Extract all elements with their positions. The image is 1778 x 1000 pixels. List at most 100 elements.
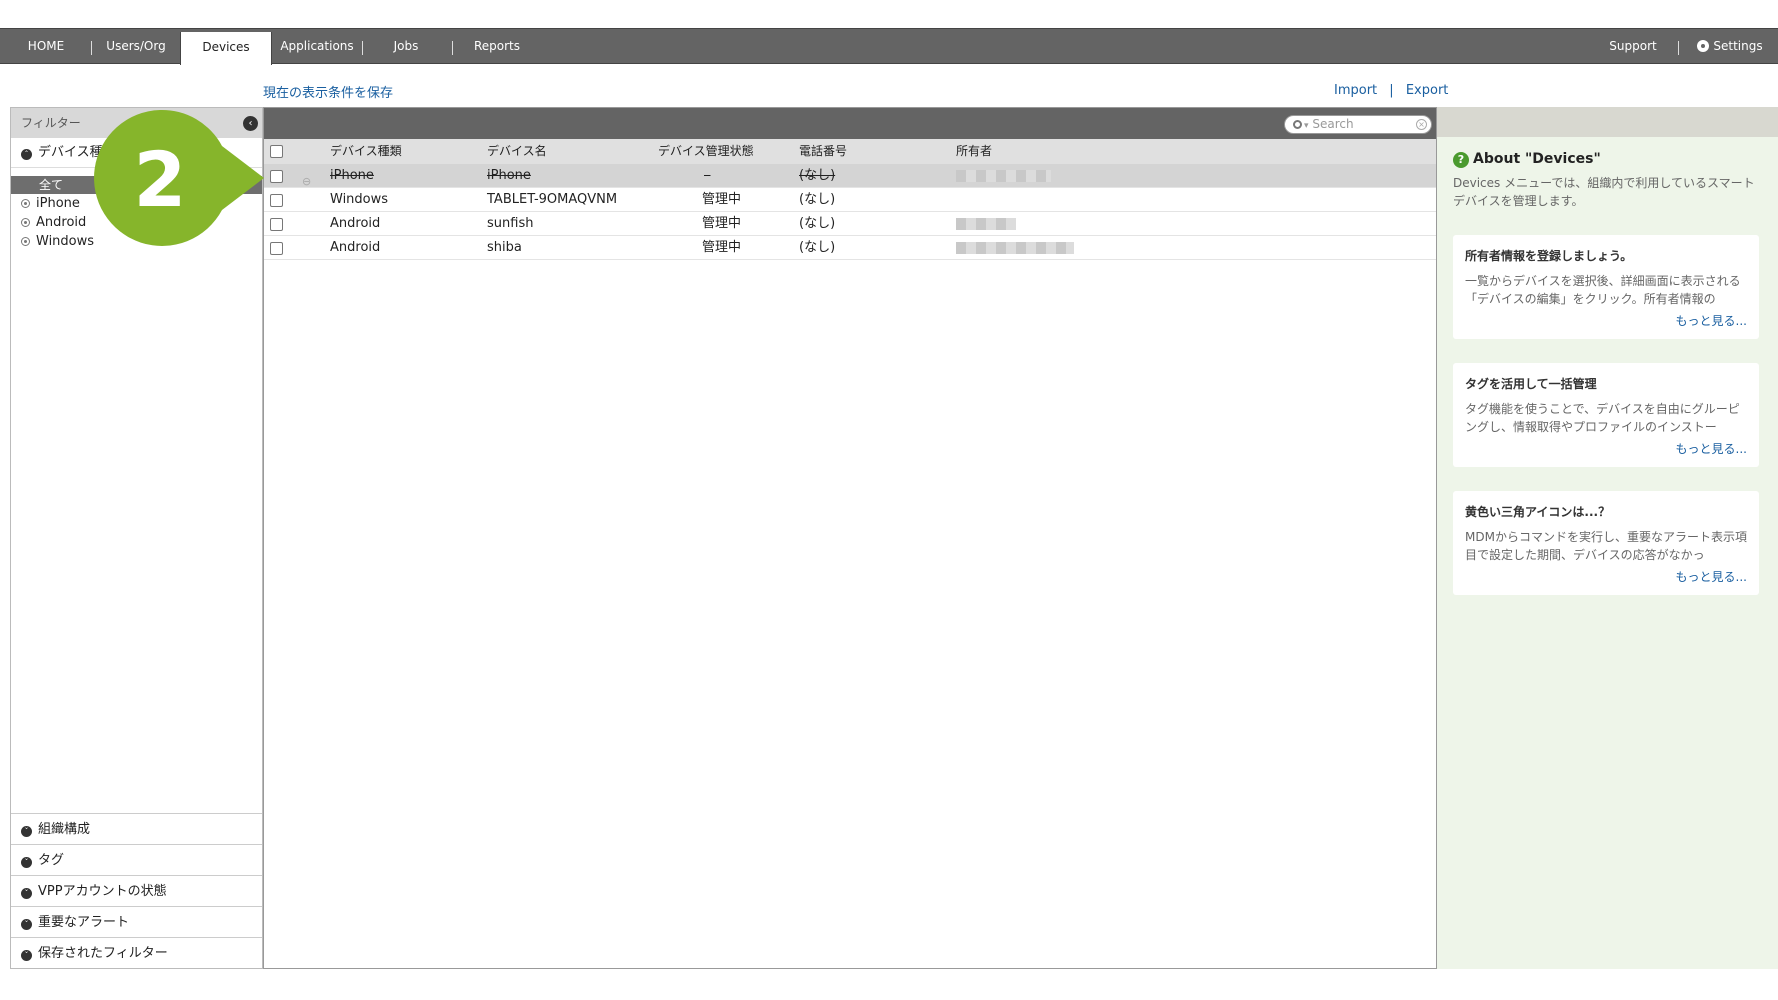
list-toolbar: ▾ Search ×: [264, 108, 1436, 139]
help-panel-header: [1437, 107, 1778, 137]
cell-device-name: sunfish: [487, 216, 534, 231]
cell-phone: (なし): [799, 240, 836, 255]
clear-search-icon[interactable]: ×: [1416, 119, 1427, 130]
card-more-link[interactable]: もっと見る...: [1465, 568, 1747, 585]
filter-title: フィルター: [21, 116, 81, 130]
chevron-down-icon: ˇ: [21, 919, 32, 930]
filter-section-saved[interactable]: ˇ 保存されたフィルター: [11, 937, 262, 968]
help-panel: ? About "Devices" Devices メニューでは、組織内で利用して…: [1437, 107, 1778, 969]
nav-users-org[interactable]: Users/Org: [96, 29, 176, 63]
cell-phone: (なし): [799, 168, 836, 183]
settings-label: Settings: [1713, 39, 1763, 53]
gear-icon: [1697, 40, 1710, 52]
import-link[interactable]: Import: [1334, 83, 1377, 98]
card-title: タグを活用して一括管理: [1465, 377, 1597, 391]
cell-device-name: TABLET-9OMAQVNM: [487, 192, 618, 207]
export-link[interactable]: Export: [1406, 83, 1449, 98]
card-title: 所有者情報を登録しましょう。: [1465, 249, 1633, 263]
option-label: Windows: [36, 234, 95, 249]
search-icon: [1293, 120, 1302, 129]
card-title: 黄色い三角アイコンは...？: [1465, 505, 1611, 519]
table-row[interactable]: Windows TABLET-9OMAQVNM 管理中 (なし): [264, 188, 1436, 212]
cell-status: –: [704, 168, 711, 183]
card-body: MDMからコマンドを実行し、重要なアラート表示項目で設定した期間、デバイスの応答…: [1465, 530, 1747, 562]
section-label: VPPアカウントの状態: [38, 884, 167, 899]
card-body: タグ機能を使うことで、デバイスを自由にグルーピングし、情報取得やプロファイルのイ…: [1465, 402, 1740, 434]
nav-separator: [452, 41, 453, 55]
table-header: デバイス種類 デバイス名 デバイス管理状態 電話番号 所有者: [264, 139, 1436, 164]
help-description: Devices メニューでは、組織内で利用しているスマートデバイスを管理します。: [1453, 176, 1755, 208]
nav-settings[interactable]: Settings: [1688, 29, 1772, 63]
nav-separator: [362, 41, 363, 55]
search-input[interactable]: ▾ Search ×: [1284, 115, 1432, 134]
help-title: ? About "Devices": [1453, 151, 1778, 168]
section-label: 保存されたフィルター: [38, 946, 168, 961]
owner-redacted: [956, 218, 1016, 230]
nav-devices[interactable]: Devices: [180, 32, 272, 65]
radio-icon: [21, 237, 30, 246]
card-more-link[interactable]: もっと見る...: [1465, 440, 1747, 457]
section-label: タグ: [38, 853, 65, 868]
cell-device-type: iPhone: [330, 168, 374, 183]
cell-status: 管理中: [702, 216, 742, 231]
cell-status: 管理中: [702, 240, 742, 255]
owner-redacted: [956, 242, 1074, 254]
chevron-down-icon: ˇ: [21, 888, 32, 899]
column-header[interactable]: デバイス名: [487, 139, 547, 164]
search-placeholder: Search: [1312, 117, 1354, 131]
filter-bottom-sections: ˇ 組織構成 ˇ タグ ˇ VPPアカウントの状態 ˇ 重要なアラート ˇ 保存されたフィ…: [11, 813, 262, 968]
table-row[interactable]: ⊖ iPhone iPhone – (なし): [264, 164, 1436, 188]
cell-device-type: Windows: [330, 192, 389, 207]
import-export-links: Import | Export: [1334, 83, 1448, 98]
cell-status: 管理中: [702, 192, 742, 207]
cell-device-type: Android: [330, 216, 381, 231]
nav-support[interactable]: Support: [1600, 29, 1666, 63]
column-header[interactable]: 電話番号: [799, 139, 847, 164]
nav-separator: [91, 41, 92, 55]
section-label: 重要なアラート: [38, 915, 130, 930]
option-label: iPhone: [36, 196, 80, 211]
section-label: 組織構成: [38, 822, 91, 837]
callout-number: 2: [134, 135, 187, 224]
nav-separator: [1678, 41, 1679, 55]
cell-device-name: iPhone: [487, 168, 531, 183]
table-row[interactable]: Android shiba 管理中 (なし): [264, 236, 1436, 260]
link-separator: |: [1389, 83, 1394, 98]
chevron-down-icon: ˇ: [21, 950, 32, 961]
nav-reports[interactable]: Reports: [456, 29, 538, 63]
help-icon: ?: [1453, 152, 1469, 168]
top-navigation: HOME Users/Org Devices Applications Jobs…: [0, 28, 1778, 65]
step-callout: 2: [94, 109, 264, 246]
nav-home[interactable]: HOME: [10, 29, 82, 63]
option-label: Android: [36, 215, 87, 230]
save-view-link[interactable]: 現在の表示条件を保存: [263, 82, 393, 101]
nav-jobs[interactable]: Jobs: [366, 29, 446, 63]
chevron-down-icon: ˇ: [21, 826, 32, 837]
owner-redacted: [956, 170, 1051, 182]
cell-phone: (なし): [799, 216, 836, 231]
help-card: タグを活用して一括管理 タグ機能を使うことで、デバイスを自由にグルーピングし、情…: [1453, 363, 1759, 467]
radio-icon: [21, 199, 30, 208]
cell-device-name: shiba: [487, 240, 522, 255]
radio-icon: [21, 218, 30, 227]
cell-device-type: Android: [330, 240, 381, 255]
help-card: 黄色い三角アイコンは...？ MDMからコマンドを実行し、重要なアラート表示項目…: [1453, 491, 1759, 595]
filter-section-org[interactable]: ˇ 組織構成: [11, 813, 262, 844]
cell-phone: (なし): [799, 192, 836, 207]
filter-section-alerts[interactable]: ˇ 重要なアラート: [11, 906, 262, 937]
card-more-link[interactable]: もっと見る...: [1465, 312, 1747, 329]
filter-section-vpp[interactable]: ˇ VPPアカウントの状態: [11, 875, 262, 906]
column-header[interactable]: デバイス種類: [330, 139, 402, 164]
card-body: 一覧からデバイスを選択後、詳細画面に表示される「デバイスの編集」をクリック。所有…: [1465, 274, 1741, 306]
nav-applications[interactable]: Applications: [276, 29, 358, 63]
chevron-down-icon: ˇ: [21, 857, 32, 868]
filter-section-tags[interactable]: ˇ タグ: [11, 844, 262, 875]
column-header[interactable]: デバイス管理状態: [658, 139, 754, 164]
help-title-text: About "Devices": [1473, 151, 1601, 167]
help-card: 所有者情報を登録しましょう。 一覧からデバイスを選択後、詳細画面に表示される「デ…: [1453, 235, 1759, 339]
chevron-up-icon: ˆ: [21, 149, 32, 160]
table-row[interactable]: Android sunfish 管理中 (なし): [264, 212, 1436, 236]
column-header[interactable]: 所有者: [956, 139, 992, 164]
search-dropdown-icon[interactable]: ▾: [1304, 121, 1309, 131]
device-list-panel: ▾ Search × デバイス種類 デバイス名 デバイス管理状態 電話番号 所有…: [263, 107, 1437, 969]
